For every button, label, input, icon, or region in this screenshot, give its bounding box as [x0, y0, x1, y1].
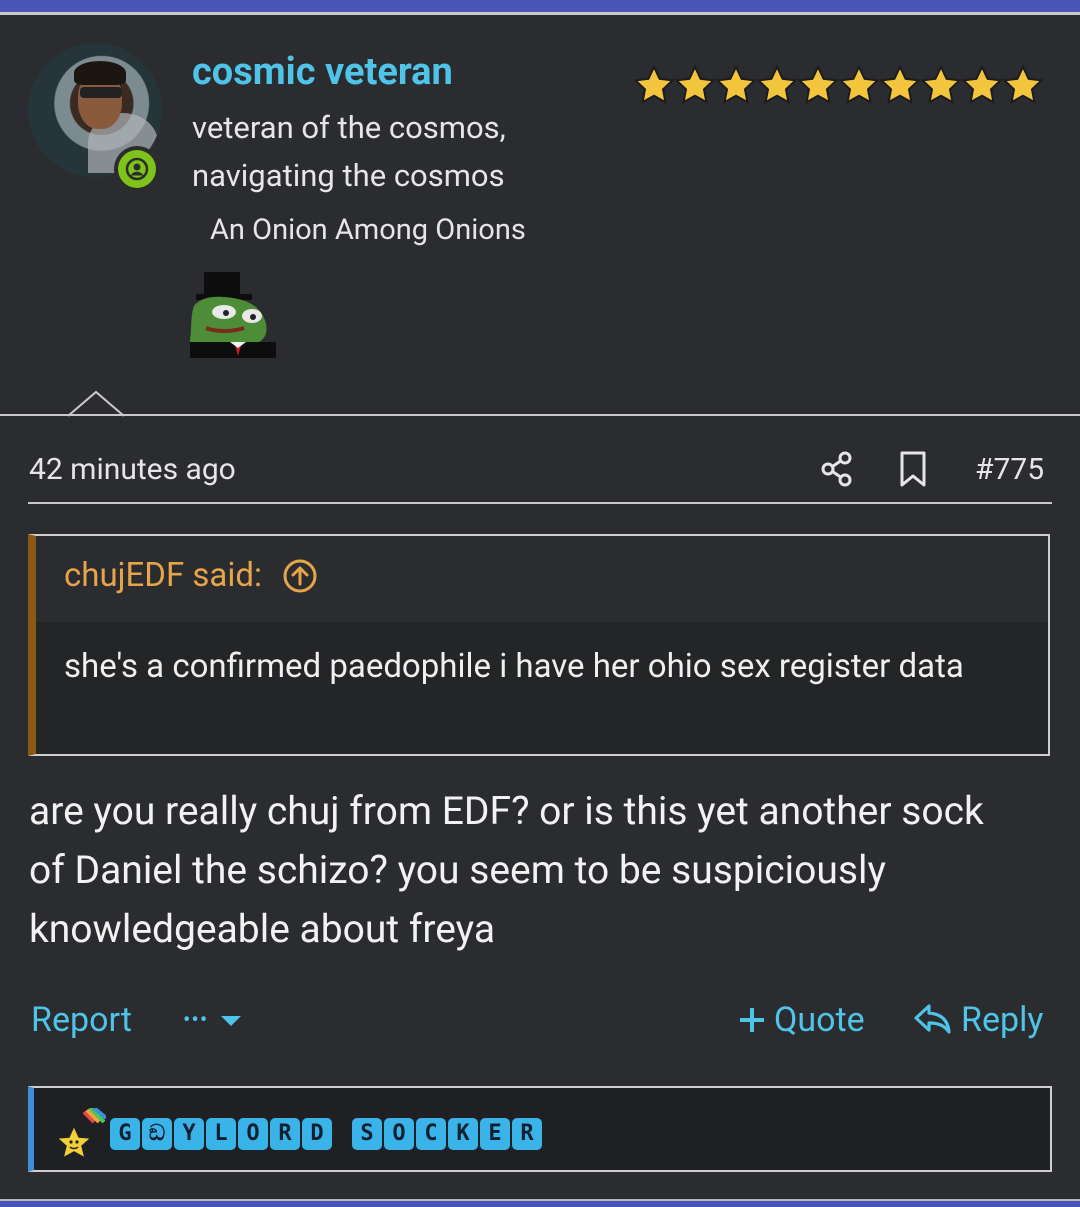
more-options-button[interactable]: ••• [183, 1008, 244, 1033]
signature-letter: O [384, 1118, 414, 1150]
quote-author[interactable]: chujEDF said: [64, 556, 262, 595]
signature-letter: L [206, 1118, 236, 1150]
star-icon [838, 64, 880, 105]
signature-letter [334, 1118, 350, 1150]
header-divider [0, 414, 1080, 416]
plus-icon [740, 1008, 764, 1032]
quote-block: chujEDF said: she's a confirmed paedophi… [28, 534, 1050, 756]
quote-header[interactable]: chujEDF said: [64, 556, 318, 595]
signature-letter: O [238, 1118, 268, 1150]
signature-letter: C [416, 1118, 446, 1150]
share-icon[interactable] [820, 450, 854, 488]
star-icon [633, 64, 675, 105]
star-icon [920, 64, 962, 105]
star-icon [674, 64, 716, 105]
signature-letter: D [302, 1118, 332, 1150]
post-body: are you really chuj from EDF? or is this… [29, 788, 984, 952]
meta-divider [28, 502, 1052, 504]
signature-letter: G [110, 1118, 140, 1150]
user-banner-image [190, 272, 276, 358]
signature-letter: ඞ [142, 1118, 172, 1150]
top-bar [0, 0, 1080, 12]
star-icon [55, 1108, 106, 1160]
bottom-bar [0, 1201, 1080, 1207]
quote-button[interactable]: Quote [738, 1000, 865, 1040]
reply-button[interactable]: Reply [913, 1000, 1043, 1040]
user-title: veteran of the cosmos, navigating the co… [192, 109, 506, 194]
bookmark-icon[interactable] [898, 450, 928, 488]
chevron-down-icon [221, 1015, 242, 1026]
signature-block: GඞYLORDSOCKER [28, 1086, 1052, 1172]
report-link[interactable]: Report [31, 1000, 132, 1040]
reply-label: Reply [961, 1000, 1044, 1040]
signature-letter: R [270, 1118, 300, 1150]
post-timestamp[interactable]: 42 minutes ago [29, 452, 236, 487]
star-icon [1002, 64, 1044, 105]
star-icon [879, 64, 921, 105]
star-icon [961, 64, 1003, 105]
signature-letter: S [352, 1118, 382, 1150]
reply-icon [914, 1004, 951, 1034]
user-rank: An Onion Among Onions [210, 213, 526, 247]
quote-label: Quote [774, 1000, 865, 1040]
more-dots: ••• [183, 1008, 209, 1033]
post-number[interactable]: #775 [975, 452, 1044, 487]
user-rating-stars [632, 64, 1044, 108]
top-divider [0, 12, 1080, 15]
signature-text: GඞYLORDSOCKER [110, 1118, 544, 1150]
star-icon [756, 64, 798, 105]
star-icon [797, 64, 839, 105]
person-icon [125, 157, 149, 181]
signature-letter: R [512, 1118, 542, 1150]
signature-letter: K [448, 1118, 478, 1150]
quote-text: she's a confirmed paedophile i have her … [64, 647, 964, 686]
signature-letter: E [480, 1118, 510, 1150]
arrow-up-circle-icon[interactable] [282, 558, 318, 594]
username[interactable]: cosmic veteran [192, 50, 453, 94]
quote-content: she's a confirmed paedophile i have her … [36, 622, 1048, 754]
online-status-badge [114, 146, 160, 192]
star-icon [715, 64, 757, 105]
signature-letter: Y [174, 1118, 204, 1150]
